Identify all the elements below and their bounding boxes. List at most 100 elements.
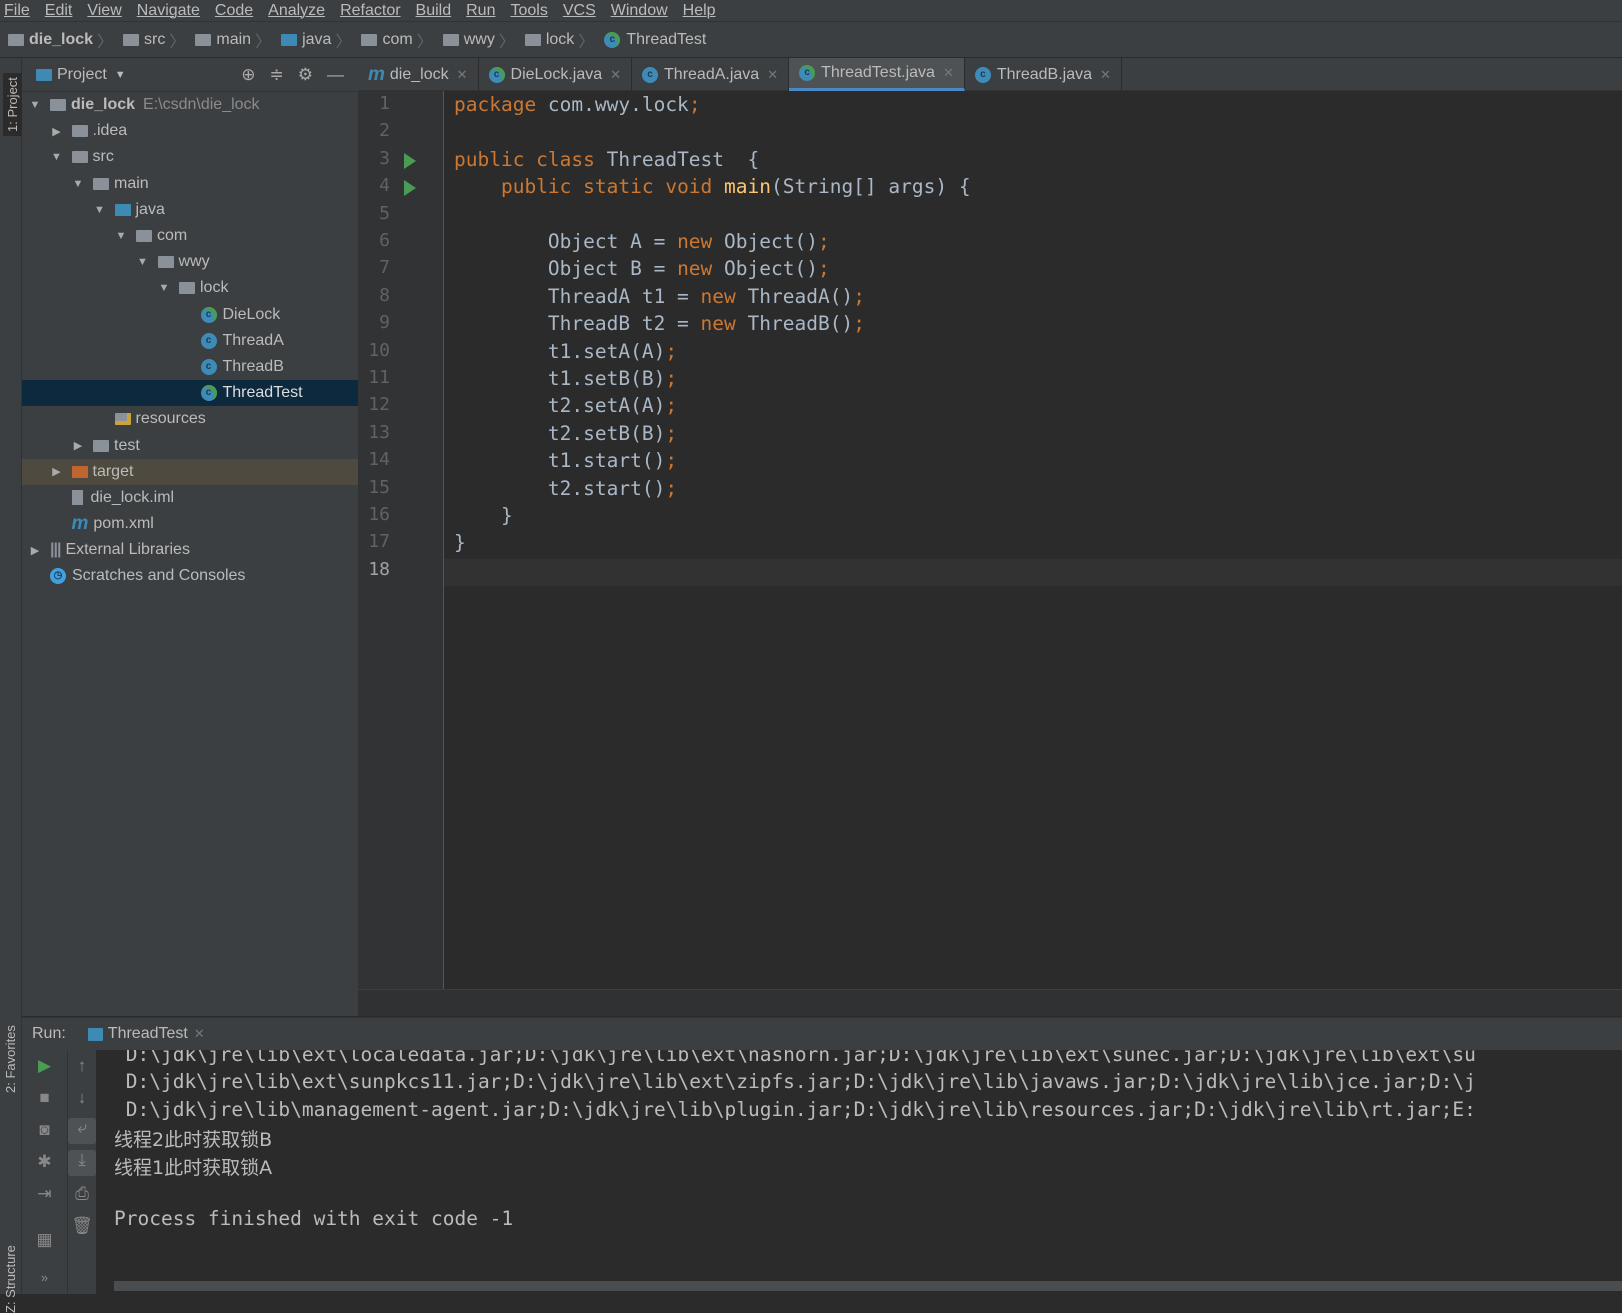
debug-icon[interactable]: ✱ (22, 1152, 67, 1172)
breadcrumb-label: die_lock (29, 30, 94, 48)
project-tool-button[interactable]: 1: Project (3, 73, 22, 136)
run-gutter-icon[interactable] (404, 180, 416, 197)
collapsed-arrow-icon[interactable]: ▶ (50, 125, 64, 138)
chevron-down-icon[interactable]: ▼ (115, 69, 126, 81)
line-number: 14 (368, 449, 390, 471)
menu-view[interactable]: View (87, 2, 121, 20)
expanded-arrow-icon[interactable]: ▼ (28, 99, 42, 111)
collapsed-arrow-icon[interactable]: ▶ (71, 439, 85, 452)
collapse-all-icon[interactable]: ≑ (270, 65, 284, 85)
expanded-arrow-icon[interactable]: ▼ (50, 151, 64, 163)
close-icon[interactable]: ✕ (943, 65, 954, 81)
collapsed-arrow-icon[interactable]: ▶ (28, 544, 42, 557)
breadcrumb-item[interactable]: lock 〉 (524, 28, 600, 52)
breadcrumb-item[interactable]: c ThreadTest (604, 31, 706, 49)
close-icon[interactable]: ✕ (767, 67, 778, 83)
breadcrumb-item[interactable]: main 〉 (195, 28, 277, 52)
breadcrumb-item[interactable]: die_lock 〉 (8, 28, 119, 52)
tab-die_lock[interactable]: m die_lock ✕ (358, 58, 479, 91)
close-icon[interactable]: ✕ (1100, 67, 1111, 83)
tree-item-com[interactable]: ▼ com (22, 223, 358, 249)
tab-threadb-java[interactable]: c ThreadB.java ✕ (965, 58, 1122, 91)
code-token: ThreadTest { (606, 147, 760, 171)
expanded-arrow-icon[interactable]: ▼ (136, 256, 150, 268)
expanded-arrow-icon[interactable]: ▼ (93, 204, 107, 216)
rerun-icon[interactable]: ▶ (22, 1056, 67, 1076)
tree-item-threadtest[interactable]: c ThreadTest (22, 380, 358, 407)
tree-item-src[interactable]: ▼ src (22, 144, 358, 170)
breadcrumb-separator-icon: 〉 (335, 33, 352, 51)
gear-icon[interactable]: ⚙ (298, 65, 313, 85)
print-icon[interactable]: ⎙ (68, 1184, 96, 1204)
tree-item-threadb[interactable]: c ThreadB (22, 354, 358, 380)
scroll-to-end-icon[interactable]: ⤓ (68, 1150, 96, 1176)
menu-file[interactable]: File (4, 2, 30, 20)
menu-vcs[interactable]: VCS (563, 2, 596, 20)
expanded-arrow-icon[interactable]: ▼ (71, 178, 85, 190)
collapsed-arrow-icon[interactable]: ▶ (50, 465, 64, 478)
tree-item-dielock[interactable]: c DieLock (22, 302, 358, 328)
menu-navigate[interactable]: Navigate (137, 2, 200, 20)
breadcrumb-item[interactable]: java 〉 (281, 28, 357, 52)
structure-tool-button[interactable]: Z: Structure (3, 1245, 18, 1313)
menu-code[interactable]: Code (215, 2, 253, 20)
login-icon[interactable]: ⇥ (22, 1184, 67, 1204)
close-icon[interactable]: ✕ (610, 67, 621, 83)
menu-help[interactable]: Help (683, 2, 716, 20)
console-output[interactable]: D:\jdk\jre\lib\ext\localedata.jar;D:\jdk… (96, 1050, 1622, 1294)
tree-item-scratches-and-consoles[interactable]: ◷ Scratches and Consoles (22, 563, 358, 589)
menu-edit[interactable]: Edit (45, 2, 73, 20)
tree-item-threada[interactable]: c ThreadA (22, 328, 358, 354)
menu-build[interactable]: Build (416, 2, 452, 20)
code-editor[interactable]: package com.wwy.lock; public class Thread… (444, 91, 1622, 989)
tree-item-wwy[interactable]: ▼ wwy (22, 249, 358, 275)
stop-icon[interactable]: ■ (22, 1088, 67, 1108)
run-tab-threadtest[interactable]: ThreadTest ✕ (79, 1017, 213, 1051)
tab-threadtest-java[interactable]: c ThreadTest.java ✕ (789, 58, 965, 91)
console-horizontal-scrollbar[interactable] (114, 1281, 1622, 1291)
camera-icon[interactable]: ◙ (22, 1120, 67, 1140)
close-icon[interactable]: ✕ (457, 67, 468, 83)
menu-window[interactable]: Window (611, 2, 668, 20)
soft-wrap-icon[interactable]: ⤶ (68, 1118, 96, 1144)
favorites-tool-button[interactable]: 2: Favorites (3, 1025, 18, 1093)
menu-run[interactable]: Run (466, 2, 495, 20)
up-arrow-icon[interactable]: ↑ (68, 1056, 96, 1076)
tree-item-target[interactable]: ▶ target (22, 458, 358, 485)
trash-icon[interactable]: 🗑 (68, 1216, 96, 1236)
breadcrumb-item[interactable]: wwy 〉 (442, 28, 521, 52)
tree-item--idea[interactable]: ▶ .idea (22, 118, 358, 144)
tree-item-die-lock-iml[interactable]: die_lock.iml (22, 485, 358, 511)
expanded-arrow-icon[interactable]: ▼ (114, 230, 128, 242)
editor-horizontal-scroll[interactable] (358, 989, 1622, 1016)
tree-item-main[interactable]: ▼ main (22, 171, 358, 197)
tree-item-die-lock[interactable]: ▼ die_lock E:\csdn\die_lock (22, 92, 358, 118)
layout-icon[interactable]: ▦ (22, 1230, 67, 1250)
code-token: new (700, 284, 748, 308)
menu-tools[interactable]: Tools (510, 2, 547, 20)
tree-item-lock[interactable]: ▼ lock (22, 275, 358, 301)
expanded-arrow-icon[interactable]: ▼ (157, 282, 171, 294)
tree-item-resources[interactable]: resources (22, 406, 358, 432)
breadcrumb-item[interactable]: com 〉 (361, 28, 438, 52)
tree-item-external-libraries[interactable]: ▶ ||| External Libraries (22, 537, 358, 563)
scratches-icon: ◷ (50, 568, 66, 585)
close-icon[interactable]: ✕ (194, 1026, 205, 1042)
project-view-dropdown[interactable]: Project (57, 66, 107, 84)
tree-item-java[interactable]: ▼ java (22, 197, 358, 223)
run-gutter-icon[interactable] (404, 152, 416, 169)
tree-item-pom-xml[interactable]: m pom.xml (22, 511, 358, 537)
more-icon[interactable]: » (22, 1270, 67, 1285)
down-arrow-icon[interactable]: ↓ (68, 1088, 96, 1108)
hide-icon[interactable]: — (327, 65, 344, 85)
tab-threada-java[interactable]: c ThreadA.java ✕ (632, 58, 790, 91)
menu-refactor[interactable]: Refactor (340, 2, 400, 20)
locate-icon[interactable]: ⊕ (241, 65, 255, 85)
tab-dielock-java[interactable]: c DieLock.java ✕ (479, 58, 633, 91)
breadcrumb-separator-icon: 〉 (97, 33, 114, 51)
menu-analyze[interactable]: Analyze (268, 2, 325, 20)
code-line: t1.setA(A); (454, 340, 677, 363)
tree-item-test[interactable]: ▶ test (22, 432, 358, 458)
breadcrumb-item[interactable]: src 〉 (123, 28, 191, 52)
code-token: t1.setA(A) (454, 339, 666, 363)
